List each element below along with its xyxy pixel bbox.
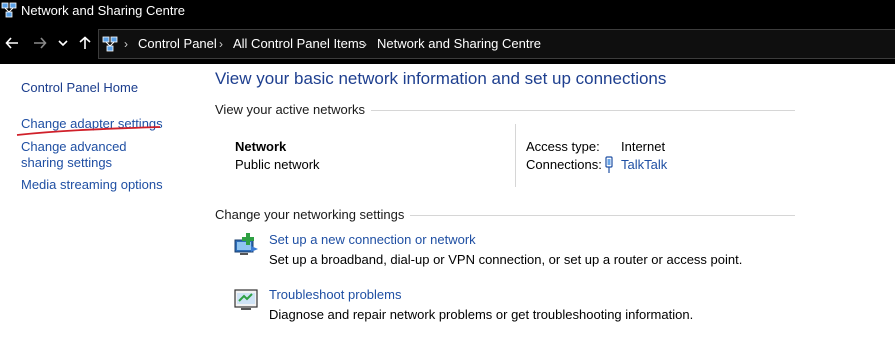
red-underline-annotation: [16, 126, 161, 136]
page-title: View your basic network information and …: [215, 69, 667, 88]
arrow-right-icon: [34, 37, 47, 49]
network-divider: [515, 124, 516, 187]
navigation-bar: › Control Panel › All Control Panel Item…: [0, 24, 895, 64]
sidebar-item-media-streaming[interactable]: Media streaming options: [21, 177, 163, 193]
troubleshoot-description: Diagnose and repair network problems or …: [269, 307, 694, 322]
chevron-down-icon: [58, 40, 68, 47]
sidebar-item-control-panel-home[interactable]: Control Panel Home: [21, 80, 138, 96]
troubleshoot-link[interactable]: Troubleshoot problems: [269, 287, 401, 303]
forward-button[interactable]: [31, 34, 49, 52]
breadcrumb-control-panel[interactable]: Control Panel: [138, 36, 217, 52]
up-button[interactable]: [76, 34, 94, 52]
arrow-left-icon: [5, 37, 18, 49]
new-connection-icon: [234, 233, 258, 255]
breadcrumb-all-items[interactable]: All Control Panel Items: [233, 36, 365, 52]
breadcrumb-separator-icon: ›: [363, 37, 367, 51]
wifi-signal-icon: [605, 156, 613, 173]
network-name: Network: [235, 139, 287, 154]
window-title: Network and Sharing Centre: [21, 3, 186, 18]
connections-label: Connections:: [526, 157, 602, 172]
troubleshoot-icon: [234, 289, 258, 310]
active-networks-header: View your active networks: [215, 102, 372, 118]
setup-connection-link[interactable]: Set up a new connection or network: [269, 232, 476, 248]
access-type-value: Internet: [621, 139, 666, 154]
back-button[interactable]: [3, 34, 21, 52]
title-bar: Network and Sharing Centre: [0, 0, 895, 24]
setup-connection-description: Set up a broadband, dial-up or VPN conne…: [269, 252, 743, 267]
arrow-up-icon: [79, 36, 91, 49]
recent-locations-button[interactable]: [56, 34, 70, 52]
breadcrumb-separator-icon: ›: [124, 37, 128, 51]
connection-link-talktalk[interactable]: TalkTalk: [621, 157, 667, 173]
sidebar-item-change-advanced-sharing[interactable]: Change advanced sharing settings: [21, 139, 171, 171]
control-panel-icon: [102, 36, 118, 52]
network-centre-icon: [1, 2, 17, 18]
change-settings-header: Change your networking settings: [215, 207, 411, 223]
access-type-label: Access type:: [526, 139, 600, 154]
breadcrumb-separator-icon: ›: [219, 37, 223, 51]
network-category: Public network: [235, 157, 320, 172]
breadcrumb-network-centre[interactable]: Network and Sharing Centre: [377, 36, 541, 52]
address-bar[interactable]: › Control Panel › All Control Panel Item…: [98, 29, 895, 59]
